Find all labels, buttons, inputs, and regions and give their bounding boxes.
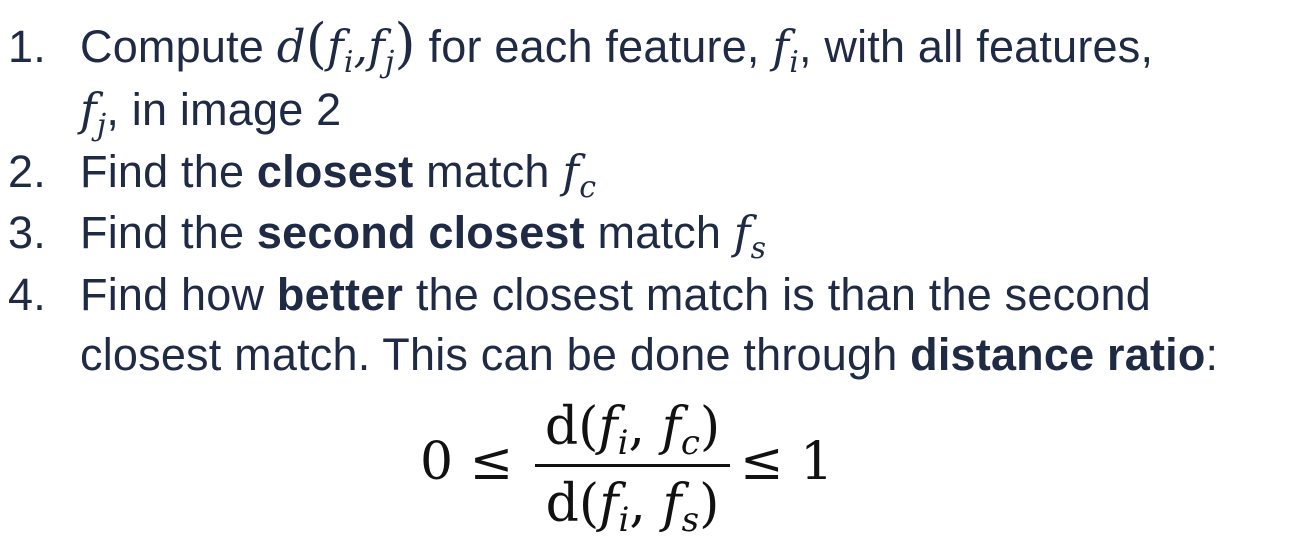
math-subscript: j — [385, 45, 395, 80]
num-sub: i — [617, 423, 629, 463]
math-paren-close: ) — [394, 12, 416, 75]
formula-numerator: d(fi, fc) — [535, 392, 730, 463]
den-d: d( — [545, 474, 600, 534]
fraction-bar — [535, 464, 730, 467]
list-item-2: 2. Find the closest match fc — [0, 142, 596, 208]
list-item-1: 1. Compute d(fi,fj) for each feature, fi,… — [0, 14, 1153, 83]
den-close: ) — [699, 474, 720, 534]
math-paren-open: ( — [305, 12, 327, 75]
list-item-3: 3. Find the second closest match fs — [0, 203, 766, 269]
item-number: 4. — [8, 269, 46, 320]
item-text: the closest match is than the second — [415, 269, 1151, 320]
slide: 1. Compute d(fi,fj) for each feature, fi,… — [0, 0, 1310, 546]
item-number: 1. — [8, 21, 46, 72]
distance-ratio-formula: 0 ≤ d(fi, fc) d(fi, fs) ≤ 1 — [420, 392, 880, 542]
list-item-4-continuation: closest match. This can be done through … — [80, 325, 1218, 385]
item-bold-text: better — [276, 269, 404, 320]
num-f: f — [661, 397, 681, 457]
item-text: Find how — [80, 269, 265, 320]
math-comma: , — [353, 20, 369, 73]
formula-denominator: d(fi, fs) — [535, 469, 730, 540]
item-text: match — [426, 146, 550, 197]
item-text: Find the — [80, 207, 245, 258]
math-subscript: s — [750, 231, 767, 266]
item-bold-text: distance ratio — [910, 329, 1206, 380]
den-comma: , — [629, 474, 663, 534]
math-f: f — [368, 20, 386, 73]
item-bold-text: closest — [256, 146, 414, 197]
formula-fraction: d(fi, fc) d(fi, fs) — [535, 392, 730, 540]
math-subscript: i — [789, 45, 799, 80]
item-number: 3. — [8, 207, 46, 258]
item-text: : — [1205, 329, 1219, 380]
den-sub: i — [618, 500, 630, 540]
math-f: f — [80, 83, 97, 136]
math-subscript: i — [343, 45, 354, 80]
formula-lhs: 0 ≤ — [420, 432, 514, 492]
num-comma: , — [628, 397, 662, 457]
item-text: closest match. This can be done through — [80, 329, 898, 380]
item-text: Compute — [80, 21, 264, 72]
item-text: , in image 2 — [106, 84, 342, 135]
math-subscript: c — [579, 170, 597, 205]
math-f: f — [562, 145, 580, 198]
list-item-1-continuation: fj, in image 2 — [80, 80, 341, 146]
item-text: for each feature, — [428, 21, 760, 72]
item-text: , with all features, — [799, 21, 1154, 72]
item-text: Find the — [80, 146, 245, 197]
den-f: f — [662, 474, 682, 534]
item-bold-text: second closest — [256, 207, 585, 258]
item-text: match — [597, 207, 722, 258]
den-f: f — [599, 474, 619, 534]
num-d: d( — [544, 397, 599, 457]
formula-rhs: ≤ 1 — [740, 432, 834, 492]
math-f: f — [733, 206, 751, 259]
math-f: f — [327, 20, 344, 73]
den-sub: s — [681, 500, 700, 540]
item-number: 2. — [8, 146, 46, 197]
list-item-4: 4. Find how better the closest match is t… — [0, 265, 1151, 325]
num-f: f — [598, 397, 618, 457]
num-close: ) — [699, 397, 721, 457]
num-sub: c — [680, 423, 700, 463]
math-f: f — [772, 20, 790, 73]
math-subscript: j — [96, 108, 107, 143]
math-d: d — [276, 20, 306, 73]
